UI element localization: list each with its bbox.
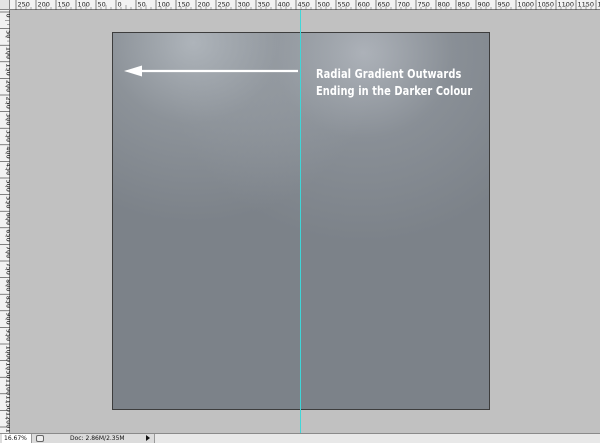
ruler-label: 1100 (558, 1, 575, 9)
ruler-label: 600 (358, 1, 370, 9)
ruler-label: 200 (38, 1, 50, 9)
ruler-label: 300 (238, 1, 250, 9)
gradient-annotation: Radial Gradient Outwards Ending in the D… (316, 66, 472, 100)
ruler-label: 900 (478, 1, 490, 9)
vertical-ruler[interactable]: 0501001502002503003504004505005506006507… (0, 10, 10, 433)
ruler-label: 1050 (538, 1, 555, 9)
ruler-label: 100 (78, 1, 90, 9)
ruler-label: 100 (158, 1, 170, 9)
ruler-label: 700 (398, 1, 410, 9)
ruler-label: 500 (318, 1, 330, 9)
horizontal-ruler-ticks: 250 200 150 100 50 0 50 100 150 200 250 300 350 400 45… (15, 0, 600, 10)
document-status-icon[interactable] (36, 435, 44, 442)
document-size-info: Doc: 2.86M/2.35M (70, 435, 125, 442)
ruler-label: 550 (338, 1, 350, 9)
ruler-label: 800 (438, 1, 450, 9)
horizontal-ruler[interactable]: 250 200 150 100 50 0 50 100 150 200 250 300 350 400 45… (10, 0, 600, 10)
ruler-label: 850 (458, 1, 470, 9)
ruler-label: 50 (98, 1, 106, 9)
ruler-label: 150 (178, 1, 190, 9)
ruler-label: 1000 (518, 1, 535, 9)
ruler-label: 950 (498, 1, 510, 9)
horizontal-scrollbar[interactable] (154, 434, 600, 443)
status-bar: 16.67% Doc: 2.86M/2.35M (0, 433, 600, 443)
annotation-line-2: Ending in the Darker Colour (316, 84, 473, 98)
ruler-label: 50 (138, 1, 146, 9)
ruler-label: 450 (298, 1, 310, 9)
ruler-label: 750 (418, 1, 430, 9)
ruler-label: 250 (218, 1, 230, 9)
ruler-label: 350 (258, 1, 270, 9)
zoom-level-field[interactable]: 16.67% (2, 434, 32, 443)
ruler-corner[interactable] (0, 0, 10, 10)
ruler-label: 400 (278, 1, 290, 9)
ruler-label: 1150 (578, 1, 595, 9)
ruler-label: 150 (58, 1, 70, 9)
ruler-label: 250 (18, 1, 30, 9)
status-menu-arrow-icon[interactable] (146, 435, 150, 441)
vertical-ruler-ticks: 0501001502002503003504004505005506006507… (0, 11, 10, 433)
ruler-label: 200 (198, 1, 210, 9)
ruler-label: 0 (118, 1, 122, 9)
ruler-label: 650 (378, 1, 390, 9)
vertical-guide[interactable] (300, 10, 301, 433)
annotation-line-1: Radial Gradient Outwards (316, 67, 462, 81)
left-arrow-icon (124, 65, 298, 77)
